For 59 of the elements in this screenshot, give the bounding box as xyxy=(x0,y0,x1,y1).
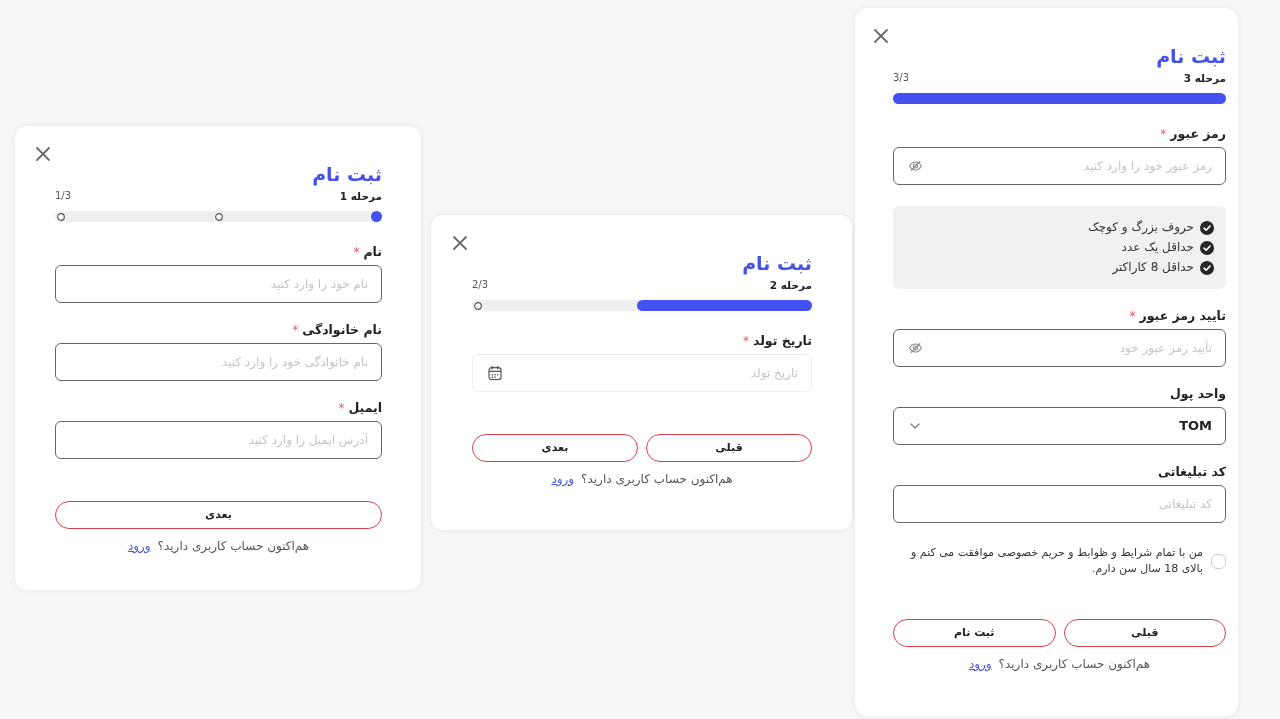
step-marker-icon xyxy=(473,301,482,310)
agreement-checkbox[interactable] xyxy=(1211,553,1226,569)
step-counter: 2/3 xyxy=(472,278,489,292)
login-link[interactable]: ورود xyxy=(551,471,575,487)
agreement-text: من با تمام شرایط و ظوابط و حریم خصوصی موافقت می کنم و بالای 18 سال سن دارم. xyxy=(911,545,1203,577)
login-link[interactable]: ورود xyxy=(127,538,151,554)
close-button[interactable] xyxy=(36,147,50,161)
step-label: مرحله 2 xyxy=(769,278,812,292)
text-field[interactable]: آدرس ایمیل را وارد کنید xyxy=(55,421,382,459)
dropdown-field[interactable]: TOM xyxy=(893,407,1226,445)
form-title: ثبت نام xyxy=(1156,44,1226,68)
field-label: تاریخ تولد xyxy=(752,333,812,349)
text-field[interactable]: کد تبلیغاتی xyxy=(893,485,1226,523)
field-label: رمز عبور xyxy=(1170,126,1226,142)
field-label: نام xyxy=(363,244,382,260)
close-icon xyxy=(453,236,467,250)
close-icon xyxy=(36,147,50,161)
action-button[interactable]: قبلی xyxy=(646,434,812,462)
required-mark: * xyxy=(353,244,360,260)
action-button[interactable]: بعدی xyxy=(472,434,638,462)
required-mark: * xyxy=(292,322,299,338)
field-label: تایید رمز عبور xyxy=(1139,308,1226,324)
text-field[interactable]: نام خانوادگی خود را وارد کنید xyxy=(55,343,382,381)
eye-slash-icon xyxy=(909,161,922,171)
field-label: کد تبلیغاتی xyxy=(1158,464,1226,480)
close-icon xyxy=(874,29,888,43)
step-label: مرحله 3 xyxy=(1183,71,1226,85)
close-button[interactable] xyxy=(453,236,467,250)
action-button[interactable]: بعدی xyxy=(55,501,382,529)
required-mark: * xyxy=(338,400,345,416)
field-label: ایمیل xyxy=(348,400,382,416)
date-field[interactable]: تاریخ تولد xyxy=(472,354,812,392)
step-marker-icon xyxy=(56,212,65,221)
rule-text: حروف بزرگ و کوچک xyxy=(1087,219,1194,236)
step-marker-icon xyxy=(214,212,223,221)
form-title: ثبت نام xyxy=(742,251,812,275)
field-label: واحد پول xyxy=(1170,386,1226,402)
step-counter: 3/3 xyxy=(893,71,910,85)
close-button[interactable] xyxy=(874,29,888,43)
form-title: ثبت نام xyxy=(312,162,382,186)
account-question-text: هم‌اکنون حساب کاربری دارید؟ xyxy=(998,656,1151,672)
account-question-text: هم‌اکنون حساب کاربری دارید؟ xyxy=(581,471,733,487)
password-field[interactable]: رمز عبور خود را وارد کنید xyxy=(893,147,1226,185)
calendar-icon xyxy=(488,365,502,381)
step-label: مرحله 1 xyxy=(339,189,382,203)
action-button[interactable]: ثبت نام xyxy=(893,619,1056,647)
login-link[interactable]: ورود xyxy=(968,656,992,672)
chevron-down-icon xyxy=(910,423,920,429)
action-button[interactable]: قبلی xyxy=(1063,619,1226,647)
required-mark: * xyxy=(742,333,749,349)
rule-text: حداقل 8 کاراکتر xyxy=(1112,259,1194,276)
text-field[interactable]: نام خود را وارد کنید xyxy=(55,265,382,303)
required-mark: * xyxy=(1160,126,1167,142)
rule-text: حداقل یک عدد xyxy=(1121,239,1194,256)
step-counter: 1/3 xyxy=(55,189,72,203)
field-label: نام خانوادگی xyxy=(302,322,382,338)
required-mark: * xyxy=(1129,308,1136,324)
eye-slash-icon xyxy=(909,343,922,353)
account-question-text: هم‌اکنون حساب کاربری دارید؟ xyxy=(157,538,310,554)
